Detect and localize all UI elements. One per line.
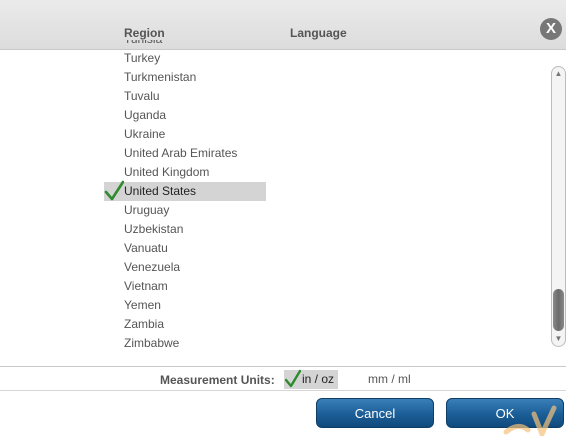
region-list-item[interactable]: United Arab Emirates: [0, 144, 540, 163]
region-list-item[interactable]: Zimbabwe: [0, 334, 540, 353]
region-list-item[interactable]: Turkey: [0, 49, 540, 68]
region-label: Turkey: [124, 51, 161, 65]
arrow-down-icon[interactable]: ▼: [552, 334, 565, 343]
region-label: United States: [124, 184, 197, 198]
unit-option-in-oz[interactable]: in / oz: [284, 369, 338, 389]
checkmark-icon: [285, 369, 301, 388]
divider: [0, 366, 566, 367]
close-icon[interactable]: X: [540, 18, 562, 40]
column-header-language: Language: [290, 26, 347, 40]
region-list-item[interactable]: Uzbekistan: [0, 220, 540, 239]
region-list-item[interactable]: Yemen: [0, 296, 540, 315]
region-label: Tunisia: [124, 40, 162, 49]
checkmark-icon: [104, 180, 124, 201]
region-list: Tunisia Turkey Turkmenistan Tuvalu Uganda Ukr…: [0, 40, 540, 362]
region-list-item[interactable]: Venezuela: [0, 258, 540, 277]
region-label: Uruguay: [124, 203, 170, 217]
region-label: Vietnam: [124, 279, 168, 293]
region-list-item[interactable]: Zambia: [0, 315, 540, 334]
region-label: Ukraine: [124, 127, 166, 141]
arrow-up-icon[interactable]: ▲: [552, 69, 565, 78]
region-label: United Kingdom: [124, 165, 210, 179]
region-label: Vanuatu: [124, 241, 168, 255]
unit-option-mm-ml[interactable]: mm / ml: [368, 370, 428, 389]
region-list-item[interactable]: Uruguay: [0, 201, 540, 220]
scrollbar[interactable]: ▲ ▼: [551, 66, 566, 347]
region-label: Zimbabwe: [124, 336, 180, 350]
scrollbar-thumb[interactable]: [553, 289, 564, 331]
measurement-units-label: Measurement Units:: [160, 373, 275, 387]
watermark-logo: [503, 405, 557, 436]
unit-option-label: in / oz: [302, 372, 335, 386]
region-list-item[interactable]: Tuvalu: [0, 87, 540, 106]
cancel-button[interactable]: Cancel: [316, 398, 434, 428]
divider: [0, 390, 566, 391]
region-list-item[interactable]: Vanuatu: [0, 239, 540, 258]
region-label: Turkmenistan: [124, 70, 197, 84]
region-label: United Arab Emirates: [124, 146, 238, 160]
region-label: Uzbekistan: [124, 222, 184, 236]
region-list-item[interactable]: United States: [0, 180, 540, 201]
region-label: Zambia: [124, 317, 165, 331]
region-list-item[interactable]: Tunisia: [0, 40, 540, 49]
region-label: Tuvalu: [124, 89, 160, 103]
region-list-item[interactable]: Ukraine: [0, 125, 540, 144]
region-list-item[interactable]: Turkmenistan: [0, 68, 540, 87]
region-label: Uganda: [124, 108, 167, 122]
region-list-item[interactable]: Vietnam: [0, 277, 540, 296]
region-label: Venezuela: [124, 260, 181, 274]
region-label: Yemen: [124, 298, 161, 312]
region-list-item[interactable]: Uganda: [0, 106, 540, 125]
region-list-item[interactable]: United Kingdom: [0, 163, 540, 182]
region-list-items: Tunisia Turkey Turkmenistan Tuvalu Uganda Ukr…: [0, 40, 540, 353]
column-header-region: Region: [124, 26, 165, 40]
